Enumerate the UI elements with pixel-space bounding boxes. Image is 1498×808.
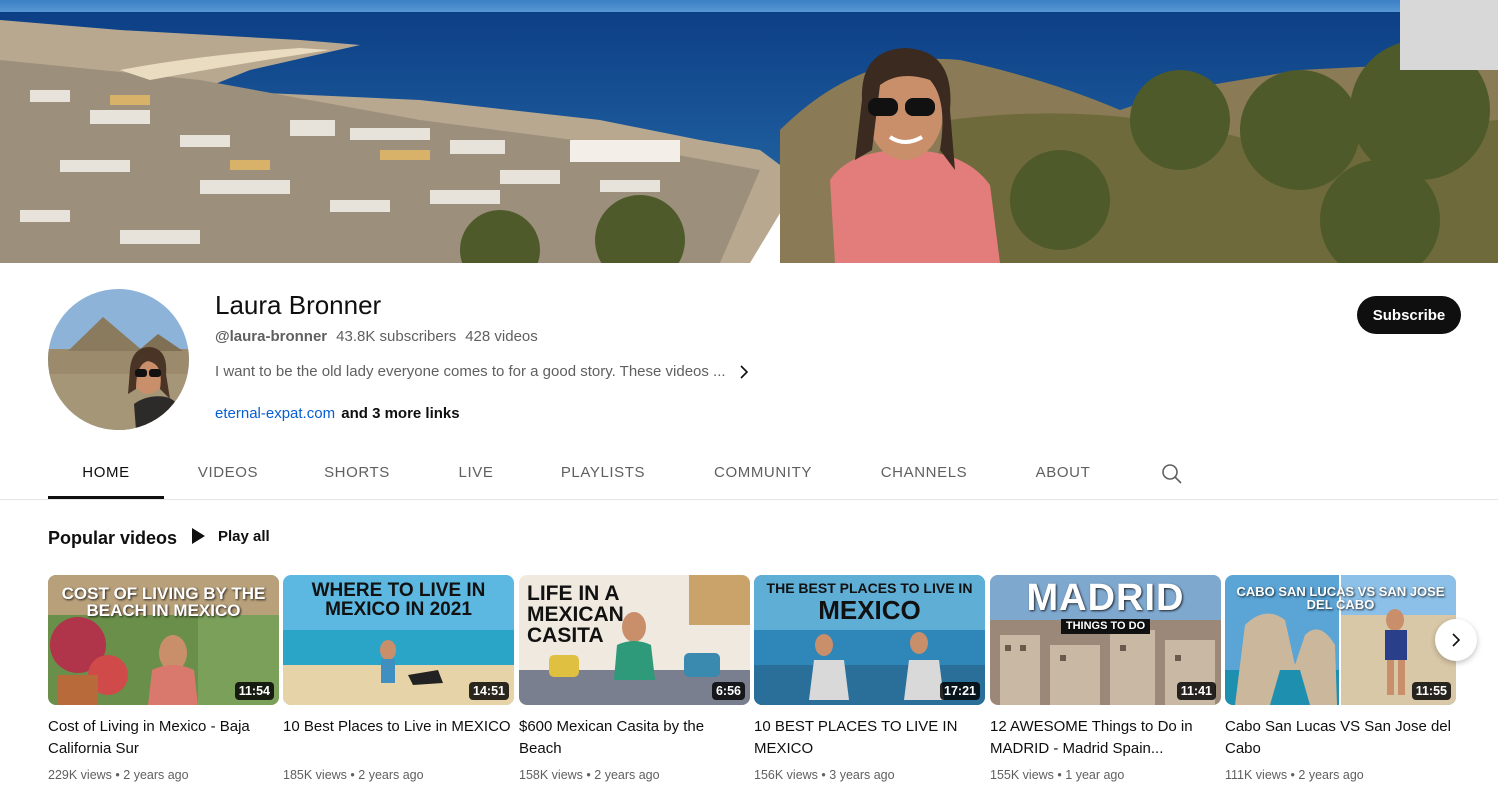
video-meta: 111K views • 2 years ago — [1225, 768, 1364, 782]
video-views: 229K views — [48, 768, 112, 782]
banner-image — [0, 0, 1498, 263]
thumbnail-caption-line: WHERE TO LIVE IN — [311, 580, 486, 601]
thumbnail-caption-line: MADRID — [1026, 577, 1185, 619]
tab-about[interactable]: ABOUT — [1025, 449, 1101, 499]
play-all-label: Play all — [218, 527, 270, 545]
video-card[interactable]: WHERE TO LIVE IN MEXICO IN 2021 14:51 10… — [283, 575, 514, 782]
thumbnail-caption-line: MEXICO IN 2021 — [325, 599, 472, 620]
video-card[interactable]: CABO SAN LUCAS VS SAN JOSE DEL CABO 11:5… — [1225, 575, 1456, 782]
video-meta: 156K views • 3 years ago — [754, 768, 895, 782]
carousel-next-button[interactable] — [1435, 619, 1477, 661]
video-age: 1 year ago — [1065, 768, 1125, 782]
chevron-right-icon — [1452, 633, 1461, 647]
video-views: 158K views — [519, 768, 583, 782]
video-age: 3 years ago — [829, 768, 895, 782]
channel-description[interactable]: I want to be the old lady everyone comes… — [215, 363, 752, 380]
thumbnail-caption-line: LIFE IN A — [527, 582, 620, 605]
video-views: 185K views — [283, 768, 347, 782]
play-all-button[interactable]: Play all — [190, 527, 270, 545]
thumbnail-caption-line: MEXICO — [818, 595, 921, 625]
channel-name: Laura Bronner — [215, 290, 382, 320]
video-card[interactable]: THE BEST PLACES TO LIVE IN MEXICO 17:21 … — [754, 575, 985, 782]
tab-community[interactable]: COMMUNITY — [703, 449, 823, 499]
thumbnail-caption: LIFE IN A MEXICAN CASITA — [527, 583, 750, 646]
video-duration: 11:41 — [1176, 682, 1216, 700]
video-title[interactable]: 10 Best Places to Live in MEXICO — [283, 716, 514, 760]
video-meta: 229K views • 2 years ago — [48, 768, 189, 782]
video-title[interactable]: $600 Mexican Casita by the Beach — [519, 716, 750, 760]
video-thumbnail[interactable]: THE BEST PLACES TO LIVE IN MEXICO 17:21 — [754, 575, 985, 705]
channel-avatar[interactable] — [48, 289, 189, 430]
thumbnail-caption-line: BEACH IN MEXICO — [86, 601, 241, 620]
play-icon — [192, 528, 205, 544]
channel-links: eternal-expat.com and 3 more links — [215, 405, 460, 422]
video-age: 2 years ago — [594, 768, 660, 782]
thumbnail-caption: CABO SAN LUCAS VS SAN JOSE DEL CABO — [1225, 585, 1456, 611]
video-duration: 11:55 — [1411, 682, 1451, 700]
avatar-image — [48, 289, 189, 430]
tab-shorts[interactable]: SHORTS — [314, 449, 400, 499]
search-icon[interactable] — [1160, 462, 1184, 486]
video-meta: 155K views • 1 year ago — [990, 768, 1125, 782]
thumbnail-caption-line: MEXICAN — [527, 603, 624, 626]
more-links[interactable]: and 3 more links — [341, 405, 459, 422]
subscribe-button[interactable]: Subscribe — [1357, 296, 1461, 334]
chevron-right-icon[interactable] — [736, 364, 752, 380]
channel-link[interactable]: eternal-expat.com — [215, 405, 335, 422]
video-title[interactable]: Cost of Living in Mexico - Baja Californ… — [48, 716, 279, 760]
thumbnail-caption-line: COST OF LIVING BY THE — [61, 584, 266, 603]
channel-tabs: HOME VIDEOS SHORTS LIVE PLAYLISTS COMMUN… — [0, 449, 1498, 500]
video-thumbnail[interactable]: COST OF LIVING BY THE BEACH IN MEXICO 11… — [48, 575, 279, 705]
tab-playlists[interactable]: PLAYLISTS — [552, 449, 654, 499]
video-title[interactable]: 12 AWESOME Things to Do in MADRID - Madr… — [990, 716, 1221, 760]
thumbnail-caption: COST OF LIVING BY THE BEACH IN MEXICO — [48, 585, 279, 619]
thumbnail-caption-line: THINGS TO DO — [1060, 619, 1151, 634]
video-views: 155K views — [990, 768, 1054, 782]
video-meta: 158K views • 2 years ago — [519, 768, 660, 782]
video-views: 156K views — [754, 768, 818, 782]
video-title[interactable]: Cabo San Lucas VS San Jose del Cabo — [1225, 716, 1456, 760]
video-card[interactable]: LIFE IN A MEXICAN CASITA 6:56 $600 Mexic… — [519, 575, 750, 782]
video-meta: 185K views • 2 years ago — [283, 768, 424, 782]
channel-handle: @laura-bronner — [215, 328, 328, 345]
video-thumbnail[interactable]: MADRID THINGS TO DO 11:41 — [990, 575, 1221, 705]
tab-live[interactable]: LIVE — [448, 449, 504, 499]
channel-banner — [0, 0, 1498, 263]
thumbnail-caption: THE BEST PLACES TO LIVE IN MEXICO — [754, 581, 985, 623]
thumbnail-caption-line: CASITA — [527, 624, 604, 647]
video-age: 2 years ago — [123, 768, 189, 782]
video-thumbnail[interactable]: CABO SAN LUCAS VS SAN JOSE DEL CABO 11:5… — [1225, 575, 1456, 705]
video-views: 111K views — [1225, 768, 1288, 782]
video-title[interactable]: 10 BEST PLACES TO LIVE IN MEXICO — [754, 716, 985, 760]
thumbnail-caption: WHERE TO LIVE IN MEXICO IN 2021 — [283, 581, 514, 619]
description-text: I want to be the old lady everyone comes… — [215, 363, 726, 380]
thumbnail-caption: MADRID THINGS TO DO — [990, 579, 1221, 634]
video-thumbnail[interactable]: LIFE IN A MEXICAN CASITA 6:56 — [519, 575, 750, 705]
thumbnail-caption-line: THE BEST PLACES TO LIVE IN — [766, 580, 973, 596]
video-count: 428 videos — [465, 328, 538, 345]
video-duration: 6:56 — [711, 682, 745, 700]
tab-channels[interactable]: CHANNELS — [870, 449, 978, 499]
video-age: 2 years ago — [358, 768, 424, 782]
video-duration: 14:51 — [469, 682, 509, 700]
thumbnail-caption-line: CABO SAN LUCAS VS SAN JOSE DEL CABO — [1236, 584, 1445, 612]
tab-home[interactable]: HOME — [48, 449, 164, 499]
video-age: 2 years ago — [1298, 768, 1364, 782]
video-card[interactable]: MADRID THINGS TO DO 11:41 12 AWESOME Thi… — [990, 575, 1221, 782]
video-card[interactable]: COST OF LIVING BY THE BEACH IN MEXICO 11… — [48, 575, 279, 782]
section-title: Popular videos — [48, 528, 178, 548]
tab-videos[interactable]: VIDEOS — [188, 449, 268, 499]
video-duration: 17:21 — [940, 682, 980, 700]
channel-meta: @laura-bronner 43.8K subscribers 428 vid… — [215, 328, 538, 345]
video-duration: 11:54 — [234, 682, 274, 700]
subscriber-count: 43.8K subscribers — [336, 328, 457, 345]
video-thumbnail[interactable]: WHERE TO LIVE IN MEXICO IN 2021 14:51 — [283, 575, 514, 705]
